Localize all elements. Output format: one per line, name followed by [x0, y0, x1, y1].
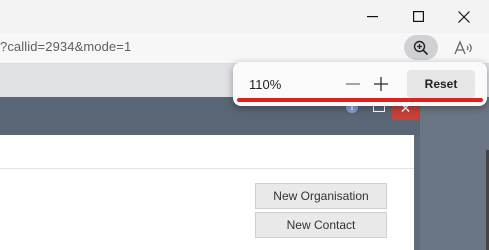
dialog-body: New Organisation New Contact: [0, 135, 414, 250]
minimize-icon: [366, 15, 378, 17]
close-button[interactable]: [441, 0, 487, 33]
title-bar: [0, 0, 489, 33]
url-text[interactable]: ?callid=2934&mode=1: [0, 39, 131, 54]
zoom-indicator-button[interactable]: [404, 35, 438, 60]
zoom-popup: 110% Reset: [233, 62, 487, 106]
minimize-button[interactable]: [349, 0, 395, 33]
annotation-underline: [237, 98, 483, 102]
read-aloud-icon: [454, 40, 472, 55]
read-aloud-button[interactable]: [452, 36, 476, 60]
page-background-right: [420, 97, 489, 250]
zoom-in-button[interactable]: [369, 72, 393, 96]
new-organisation-button[interactable]: New Organisation: [255, 183, 387, 209]
divider: [0, 168, 414, 169]
new-contact-button[interactable]: New Contact: [255, 212, 387, 238]
address-bar: ?callid=2934&mode=1: [0, 33, 489, 64]
maximize-button[interactable]: [395, 0, 441, 33]
minus-icon: [346, 83, 360, 85]
maximize-icon: [412, 11, 424, 22]
zoom-in-icon: [413, 40, 429, 55]
close-icon: [458, 10, 470, 23]
zoom-out-button[interactable]: [341, 72, 365, 96]
zoom-level: 110%: [249, 77, 282, 92]
plus-icon: [374, 77, 388, 91]
reset-zoom-button[interactable]: Reset: [407, 70, 475, 98]
